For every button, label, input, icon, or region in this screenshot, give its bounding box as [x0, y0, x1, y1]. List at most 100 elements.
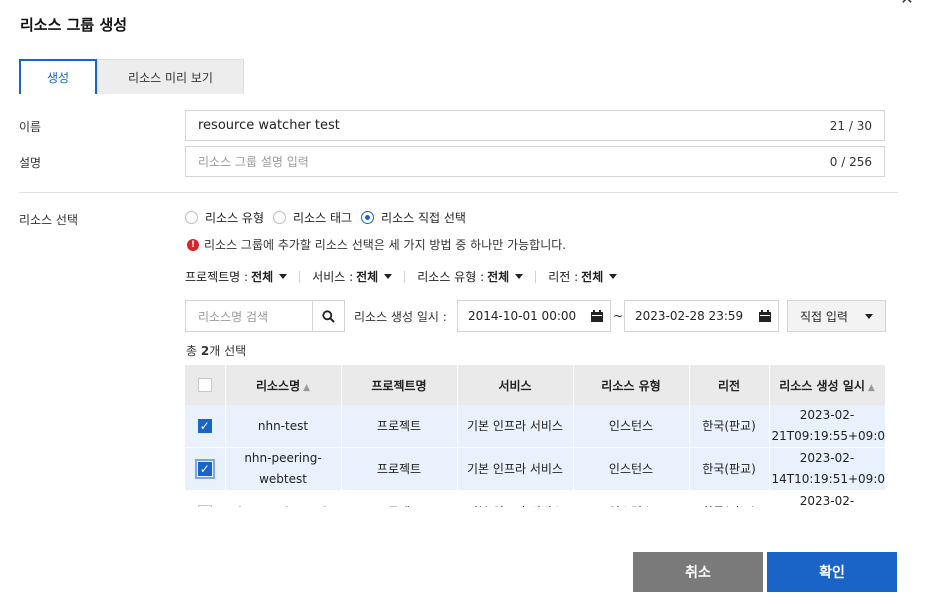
caret-down-icon	[609, 274, 618, 279]
radio-direct-select[interactable]: 리소스 직접 선택	[361, 209, 466, 226]
filter-bar: 프로젝트명 : 전체 서비스 : 전체 리소스 유형 : 전체 리전 : 전체	[185, 268, 618, 285]
filter-value: 전체	[581, 270, 604, 284]
calendar-icon[interactable]	[752, 301, 778, 331]
table-row[interactable]: ✓ nhn-test 프로젝트 기본 인프라 서비스 인스턴스 한국(판교) 2…	[185, 405, 885, 448]
column-header-project: 프로젝트명	[341, 365, 458, 405]
column-header-service: 서비스	[457, 365, 574, 405]
start-date-input[interactable]: 2014-10-01 00:00	[457, 300, 611, 332]
end-date-input[interactable]: 2023-02-28 23:59	[624, 300, 779, 332]
filter-value: 전체	[487, 270, 510, 284]
cell-project: 프로젝트	[341, 490, 458, 507]
table-row[interactable]: nhn-peering-pub- 프로젝트 기본 인프라 서비스 인스턴스 한국…	[185, 490, 885, 507]
description-input[interactable]: 리소스 그룹 설명 입력 0 / 256	[185, 146, 885, 177]
filter-name: 리전 :	[548, 270, 579, 284]
cell-resource-type: 인스턴스	[573, 405, 690, 448]
notice-text: 리소스 그룹에 추가할 리소스 선택은 세 가지 방법 중 하나만 가능합니다.	[204, 238, 567, 252]
radio-circle-selected	[361, 211, 375, 224]
caret-down-icon	[865, 313, 873, 319]
caret-down-icon	[515, 274, 524, 279]
cell-resource-name: nhn-test	[225, 405, 342, 448]
sort-icon[interactable]: ▲	[868, 383, 875, 393]
caret-down-icon	[279, 274, 288, 279]
cell-project: 프로젝트	[341, 447, 458, 491]
cell-service: 기본 인프라 서비스	[457, 405, 574, 448]
cell-created: 2023-02-14T09:55:	[769, 490, 885, 507]
filter-name: 서비스 :	[312, 270, 354, 284]
row-checkbox[interactable]	[197, 505, 212, 507]
column-header-created[interactable]: 리소스 생성 일시 ▲	[769, 365, 885, 405]
resource-select-label: 리소스 선택	[19, 213, 79, 227]
select-all-checkbox[interactable]	[197, 378, 212, 392]
filter-separator	[404, 270, 406, 283]
filter-region[interactable]: 리전 : 전체	[548, 268, 618, 285]
column-header-region: 리전	[689, 365, 770, 405]
filter-service[interactable]: 서비스 : 전체	[312, 268, 393, 285]
radio-label: 리소스 태그	[293, 211, 353, 225]
selection-notice: ! 리소스 그룹에 추가할 리소스 선택은 세 가지 방법 중 하나만 가능합니…	[187, 236, 566, 253]
filter-name: 리소스 유형 :	[417, 270, 485, 284]
filter-separator	[535, 270, 537, 283]
name-input[interactable]: resource watcher test 21 / 30	[185, 110, 885, 141]
radio-circle	[273, 211, 287, 224]
end-date-value: 2023-02-28 23:59	[635, 309, 744, 323]
table-header-row: 리소스명 ▲ 프로젝트명 서비스 리소스 유형 리전 리소스 생성 일시 ▲	[185, 365, 885, 405]
search-button[interactable]	[312, 301, 344, 331]
filter-project[interactable]: 프로젝트명 : 전체	[185, 268, 288, 285]
filter-separator	[299, 270, 301, 283]
caret-down-icon	[384, 274, 393, 279]
start-date-value: 2014-10-01 00:00	[468, 309, 577, 323]
table-row[interactable]: ✓ nhn-peering-webtest 프로젝트 기본 인프라 서비스 인스…	[185, 447, 885, 491]
filter-name: 프로젝트명 :	[185, 270, 249, 284]
name-label: 이름	[19, 120, 42, 134]
calendar-icon[interactable]	[584, 301, 610, 331]
cell-region: 한국(판교)	[689, 490, 770, 507]
name-char-count: 21 / 30	[829, 118, 872, 133]
cell-service: 기본 인프라 서비스	[457, 490, 574, 507]
radio-label: 리소스 유형	[205, 211, 265, 225]
cell-resource-name: nhn-peering-pub-	[225, 490, 342, 507]
column-header-resource-name[interactable]: 리소스명 ▲	[225, 365, 342, 405]
search-icon	[322, 309, 335, 323]
cell-created: 2023-02-21T09:19:55+09:00	[769, 405, 885, 448]
selected-count: 총 2개 선택	[186, 344, 247, 358]
description-char-count: 0 / 256	[829, 154, 872, 169]
row-checkbox[interactable]: ✓	[194, 459, 215, 479]
cell-resource-type: 인스턴스	[573, 447, 690, 491]
date-mode-value: 직접 입력	[800, 309, 848, 324]
name-input-value: resource watcher test	[198, 118, 340, 133]
alert-icon: !	[187, 238, 199, 251]
radio-label: 리소스 직접 선택	[381, 211, 466, 225]
row-checkbox[interactable]: ✓	[197, 419, 212, 433]
cell-resource-name: nhn-peering-webtest	[225, 447, 342, 491]
radio-resource-type[interactable]: 리소스 유형	[185, 209, 264, 226]
confirm-button[interactable]: 확인	[767, 552, 897, 592]
column-header-resource-type: 리소스 유형	[573, 365, 690, 405]
date-range-separator: ~	[613, 309, 624, 323]
section-divider	[19, 192, 898, 193]
resource-search-input[interactable]: 리소스명 검색	[185, 300, 345, 332]
radio-resource-tag[interactable]: 리소스 태그	[273, 209, 352, 226]
search-placeholder: 리소스명 검색	[198, 309, 269, 324]
cell-service: 기본 인프라 서비스	[457, 447, 574, 491]
filter-resource-type[interactable]: 리소스 유형 : 전체	[417, 268, 524, 285]
tab-resource-preview[interactable]: 리소스 미리 보기	[97, 59, 244, 94]
cell-region: 한국(판교)	[689, 405, 770, 448]
close-icon[interactable]: ✕	[899, 0, 915, 7]
filter-value: 전체	[356, 270, 379, 284]
description-placeholder: 리소스 그룹 설명 입력	[198, 155, 309, 169]
dialog-title: 리소스 그룹 생성	[20, 16, 128, 34]
cell-created: 2023-02-14T10:19:51+09:00	[769, 447, 885, 491]
sort-icon[interactable]: ▲	[303, 383, 310, 393]
date-mode-select[interactable]: 직접 입력	[787, 300, 886, 332]
filter-value: 전체	[251, 270, 274, 284]
cell-project: 프로젝트	[341, 405, 458, 448]
created-date-label: 리소스 생성 일시 :	[354, 310, 447, 324]
tab-create[interactable]: 생성	[19, 59, 97, 94]
resource-table: 리소스명 ▲ 프로젝트명 서비스 리소스 유형 리전 리소스 생성 일시 ▲ ✓ n…	[185, 365, 885, 507]
select-all-cell[interactable]	[185, 365, 226, 405]
radio-circle	[185, 211, 198, 224]
cancel-button[interactable]: 취소	[633, 552, 763, 592]
description-label: 설명	[19, 156, 42, 170]
cell-resource-type: 인스턴스	[573, 490, 690, 507]
cell-region: 한국(판교)	[689, 447, 770, 491]
